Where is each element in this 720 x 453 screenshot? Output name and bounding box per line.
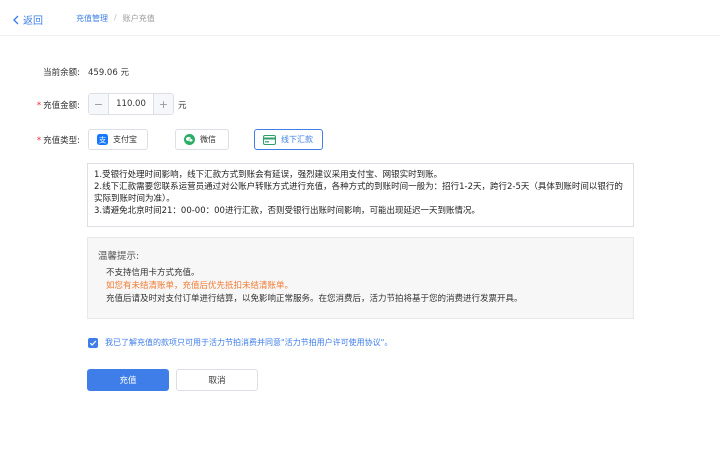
amount-label-row: * 充值金额: [16, 99, 80, 111]
balance-label: 当前余额: [43, 68, 80, 78]
breadcrumb-recharge-management[interactable]: 充值管理 [76, 13, 108, 24]
check-icon [89, 340, 97, 346]
breadcrumb-separator: / [114, 13, 117, 22]
tips-line: 充值后请及时对支付订单进行结算，以免影响正常服务。在您消费后，活力节拍将基于您的… [106, 294, 523, 304]
top-bar: 返回 充值管理 / 账户充值 [0, 0, 720, 36]
pay-option-alipay[interactable]: 支 支付宝 [88, 129, 148, 150]
pay-option-wechat[interactable]: 微信 [175, 129, 229, 150]
back-button[interactable]: 返回 [12, 12, 43, 27]
required-mark: * [36, 136, 42, 146]
bank-card-icon [263, 134, 276, 145]
alipay-icon: 支 [97, 134, 108, 145]
pay-option-label: 线下汇款 [281, 135, 313, 144]
balance-value: 459.06 元 [88, 68, 129, 78]
amount-input[interactable] [109, 94, 153, 114]
required-mark: * [36, 101, 42, 111]
pay-type-label-row: * 充值类型: [16, 134, 80, 146]
tips-title: 温馨提示: [98, 251, 140, 262]
pay-option-label: 支付宝 [113, 135, 137, 144]
back-label: 返回 [23, 16, 43, 27]
agreement-row: 我已了解充值的款项只可用于活力节拍消费并同意"活力节拍用户许可使用协议"。 [88, 337, 392, 348]
svg-text:支: 支 [99, 134, 107, 144]
pay-option-label: 微信 [200, 135, 216, 144]
agreement-text[interactable]: 我已了解充值的款项只可用于活力节拍消费并同意"活力节拍用户许可使用协议"。 [105, 337, 392, 348]
transfer-notice: 1.受银行处理时间影响，线下汇款方式到账会有延误，强烈建议采用支付宝、网银实时到… [87, 163, 634, 227]
decrement-button[interactable]: − [89, 94, 109, 114]
pay-option-offline-transfer[interactable]: 线下汇款 [254, 129, 323, 150]
notice-line: 2.线下汇款需要您联系运营员通过对公账户转账方式进行充值，各种方式的到账时间一般… [94, 182, 623, 204]
increment-button[interactable]: + [153, 94, 173, 114]
notice-line: 3.请避免北京时间21：00-00：00进行汇款，否则受银行出账时间影响，可能出… [94, 206, 480, 216]
tips-line: 不支持信用卡方式充值。 [106, 268, 200, 278]
breadcrumb: 充值管理 / 账户充值 [76, 13, 155, 24]
breadcrumb-current: 账户充值 [122, 14, 155, 23]
wechat-icon [184, 134, 195, 145]
pay-type-label: 充值类型: [43, 136, 80, 146]
agreement-checkbox[interactable] [88, 337, 98, 348]
amount-stepper: − + [88, 93, 174, 115]
tips-warning-line: 如您有未结清账单，充值后优先抵扣未结清账单。 [106, 281, 294, 291]
cancel-button[interactable]: 取消 [176, 369, 258, 391]
notice-line: 1.受银行处理时间影响，线下汇款方式到账会有延误，强烈建议采用支付宝、网银实时到… [94, 170, 443, 180]
amount-unit: 元 [178, 101, 187, 111]
recharge-button[interactable]: 充值 [87, 369, 169, 391]
tips-box: 温馨提示: 不支持信用卡方式充值。 如您有未结清账单，充值后优先抵扣未结清账单。… [87, 237, 634, 319]
chevron-left-icon [13, 15, 19, 24]
amount-label: 充值金额: [43, 101, 80, 111]
